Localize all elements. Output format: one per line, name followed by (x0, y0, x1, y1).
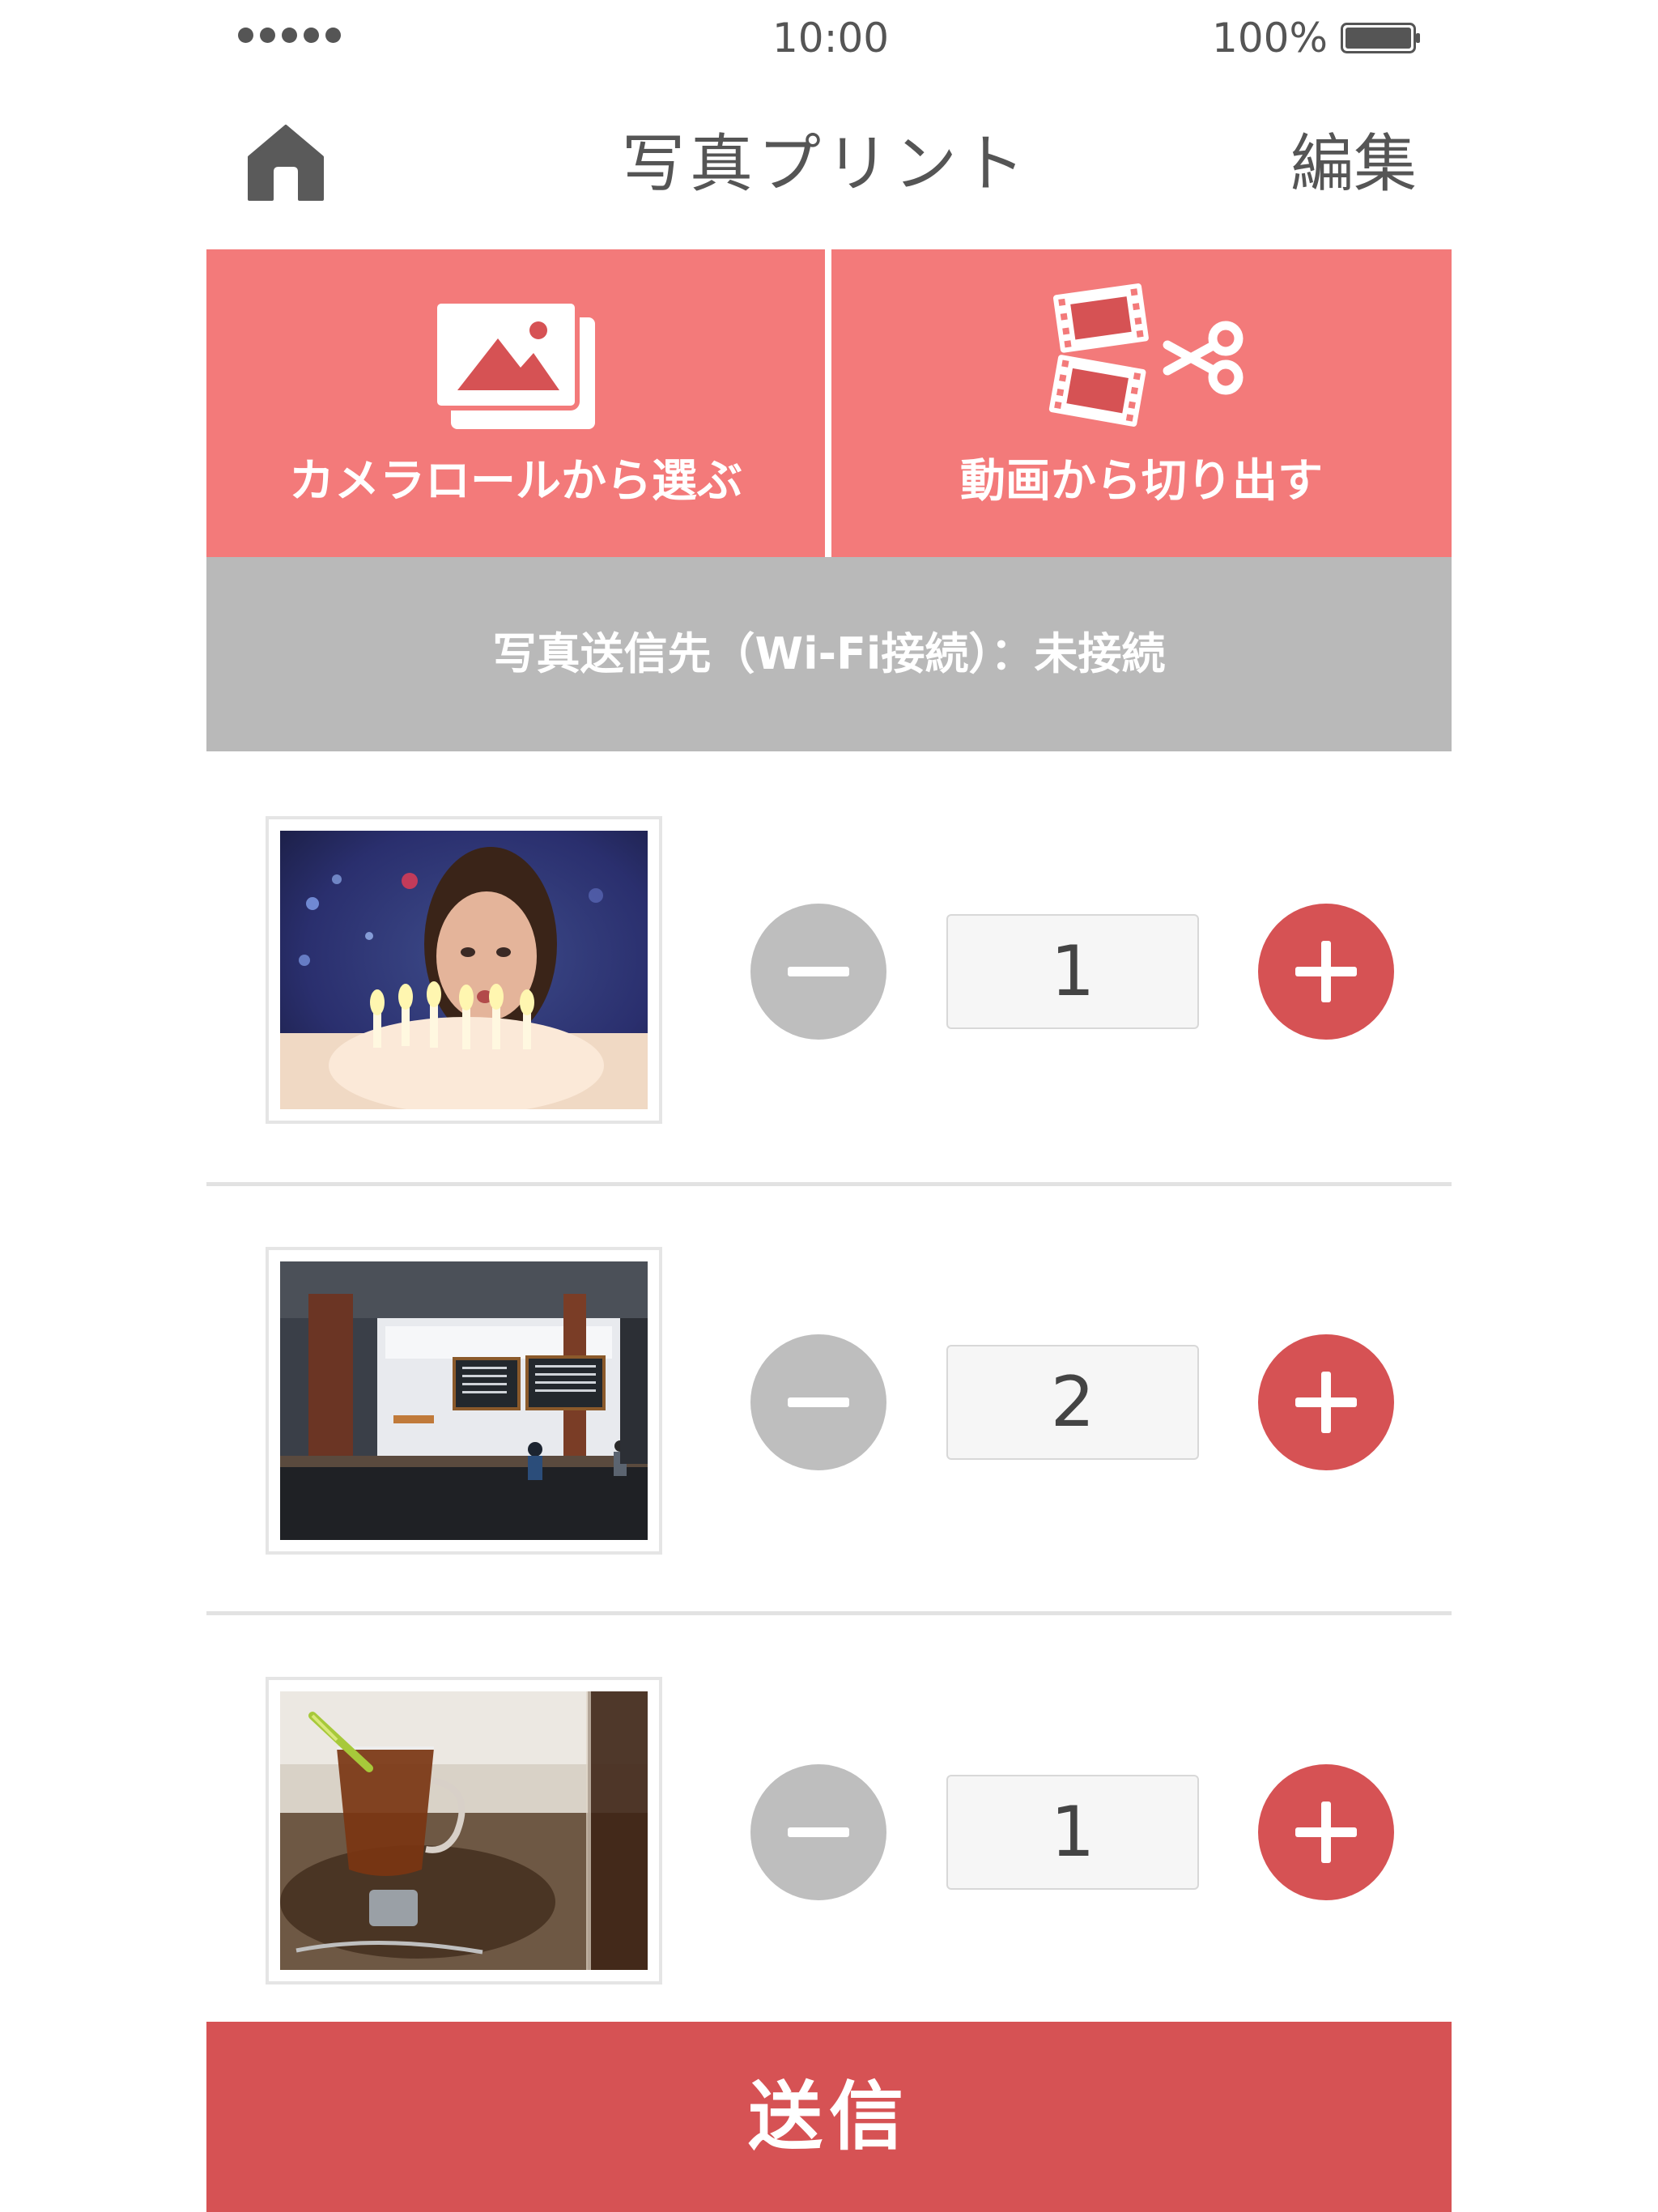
increase-quantity-button[interactable] (1258, 1764, 1394, 1900)
photo-row: 1 (206, 761, 1452, 1190)
video-cut-button[interactable]: 動画から切り出す (831, 249, 1452, 557)
edit-button[interactable]: 編集 (1247, 120, 1417, 209)
photo-thumbnail[interactable] (266, 816, 662, 1124)
send-button[interactable]: 送信 (206, 2022, 1452, 2212)
cafe-photo (280, 1261, 648, 1540)
camera-roll-button[interactable]: カメラロールから選ぶ (206, 249, 825, 557)
battery-icon (1341, 23, 1420, 53)
decrease-quantity-button[interactable] (750, 1334, 886, 1470)
quantity-field[interactable]: 1 (946, 1775, 1199, 1890)
increase-quantity-button[interactable] (1258, 904, 1394, 1040)
video-cut-label: 動画から切り出す (960, 455, 1323, 508)
minus-icon (788, 967, 849, 976)
status-time: 10:00 (772, 15, 890, 62)
minus-icon (788, 1397, 849, 1407)
birthday-photo (280, 831, 648, 1109)
action-divider (825, 249, 831, 557)
decrease-quantity-button[interactable] (750, 904, 886, 1040)
page-title: 写真プリント (621, 128, 1030, 201)
battery-percent: 100% (1212, 15, 1328, 62)
photo-row: 2 (206, 1192, 1452, 1621)
photo-row: 1 (206, 1622, 1452, 2051)
row-divider (206, 1611, 1452, 1615)
camera-roll-label: カメラロールから選ぶ (289, 455, 742, 508)
film-scissors-icon (1048, 283, 1244, 427)
wifi-status-bar[interactable]: 写真送信先（Wi-Fi接続）：未接続 (206, 557, 1452, 751)
photo-thumbnail[interactable] (266, 1247, 662, 1555)
row-divider (206, 1182, 1452, 1186)
photo-gallery-icon (433, 300, 595, 429)
signal-strength-icon (238, 28, 341, 43)
minus-icon (788, 1827, 849, 1837)
increase-quantity-button[interactable] (1258, 1334, 1394, 1470)
home-icon[interactable] (246, 123, 325, 202)
decrease-quantity-button[interactable] (750, 1764, 886, 1900)
quantity-field[interactable]: 1 (946, 914, 1199, 1029)
tea-photo (280, 1691, 648, 1970)
send-label: 送信 (747, 2074, 910, 2160)
quantity-field[interactable]: 2 (946, 1345, 1199, 1460)
wifi-status-text: 写真送信先（Wi-Fi接続）：未接続 (492, 628, 1166, 679)
photo-thumbnail[interactable] (266, 1677, 662, 1984)
